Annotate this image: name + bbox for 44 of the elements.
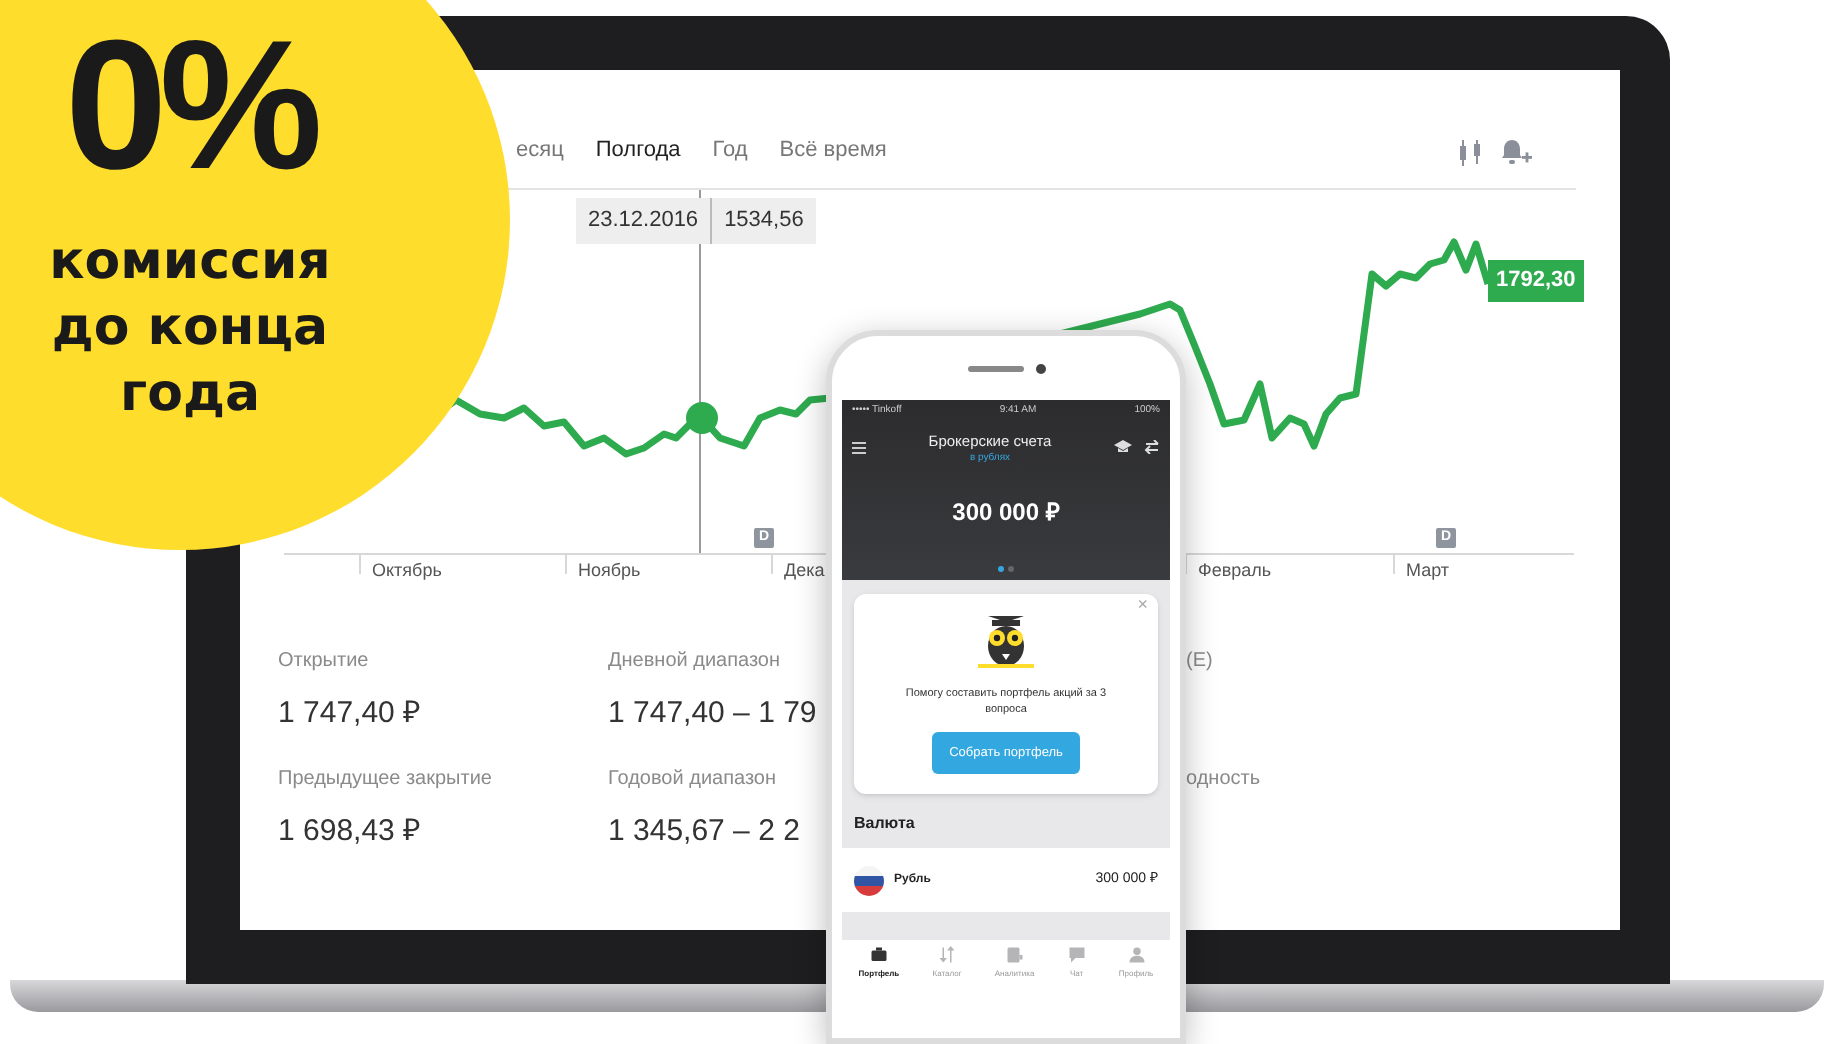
phone-speaker: [967, 365, 1023, 371]
stat-value: 1 747,40 – 1 79: [608, 694, 817, 734]
close-button[interactable]: ×: [1137, 596, 1148, 614]
balance-amount: 300 000 ₽: [950, 496, 1062, 531]
month-label: Февраль: [1198, 558, 1272, 584]
stat-label: Открытие: [278, 648, 369, 676]
month-label: Ноябрь: [578, 558, 641, 584]
graduation-cap-icon[interactable]: [1114, 440, 1132, 455]
document-icon: [1005, 946, 1024, 964]
stat-value: 1 747,40 ₽: [278, 694, 422, 734]
period-tab[interactable]: Год: [712, 134, 748, 168]
period-tab[interactable]: Всё время: [779, 134, 887, 168]
briefcase-icon: [869, 946, 888, 964]
stat-label: одность: [1186, 765, 1261, 793]
bell-plus-icon[interactable]: [1500, 137, 1532, 165]
stat-label: Предыдущее закрытие: [278, 765, 492, 793]
sort-arrows-icon: [938, 946, 956, 964]
promo-headline: 0%: [65, 14, 315, 198]
phone-camera: [1035, 363, 1045, 373]
flag-icon: [854, 865, 884, 895]
stat-value: 1 345,67 – 2 2: [608, 811, 800, 851]
promo-text: комиссия: [49, 230, 331, 296]
person-icon: [1127, 946, 1146, 964]
tooltip-date: 23.12.2016: [586, 206, 701, 236]
tooltip-value: 1534,56: [710, 198, 816, 243]
price-label: 1792,30: [1488, 260, 1584, 301]
promo-text: года: [120, 362, 260, 428]
swap-icon[interactable]: [1144, 440, 1160, 455]
stat-label: Дневной диапазон: [608, 648, 781, 676]
month-label: Дека: [784, 558, 825, 584]
month-label: Март: [1406, 558, 1450, 584]
stat-value: 1 698,43 ₽: [278, 811, 422, 851]
hover-point: [686, 402, 718, 434]
period-tab[interactable]: есяц: [516, 134, 564, 168]
owl-drawing: [974, 610, 1038, 670]
stat-label: (E): [1186, 648, 1213, 676]
period-tab[interactable]: Полгода: [595, 134, 681, 168]
list-icon[interactable]: [852, 441, 866, 454]
candlestick-icon[interactable]: [1456, 137, 1484, 165]
stat-label: Годовой диапазон: [608, 765, 777, 793]
chat-icon: [1067, 946, 1086, 964]
month-label: Октябрь: [372, 558, 442, 584]
promo-text: до конца: [51, 296, 329, 362]
section-heading: Валюта: [852, 812, 917, 836]
